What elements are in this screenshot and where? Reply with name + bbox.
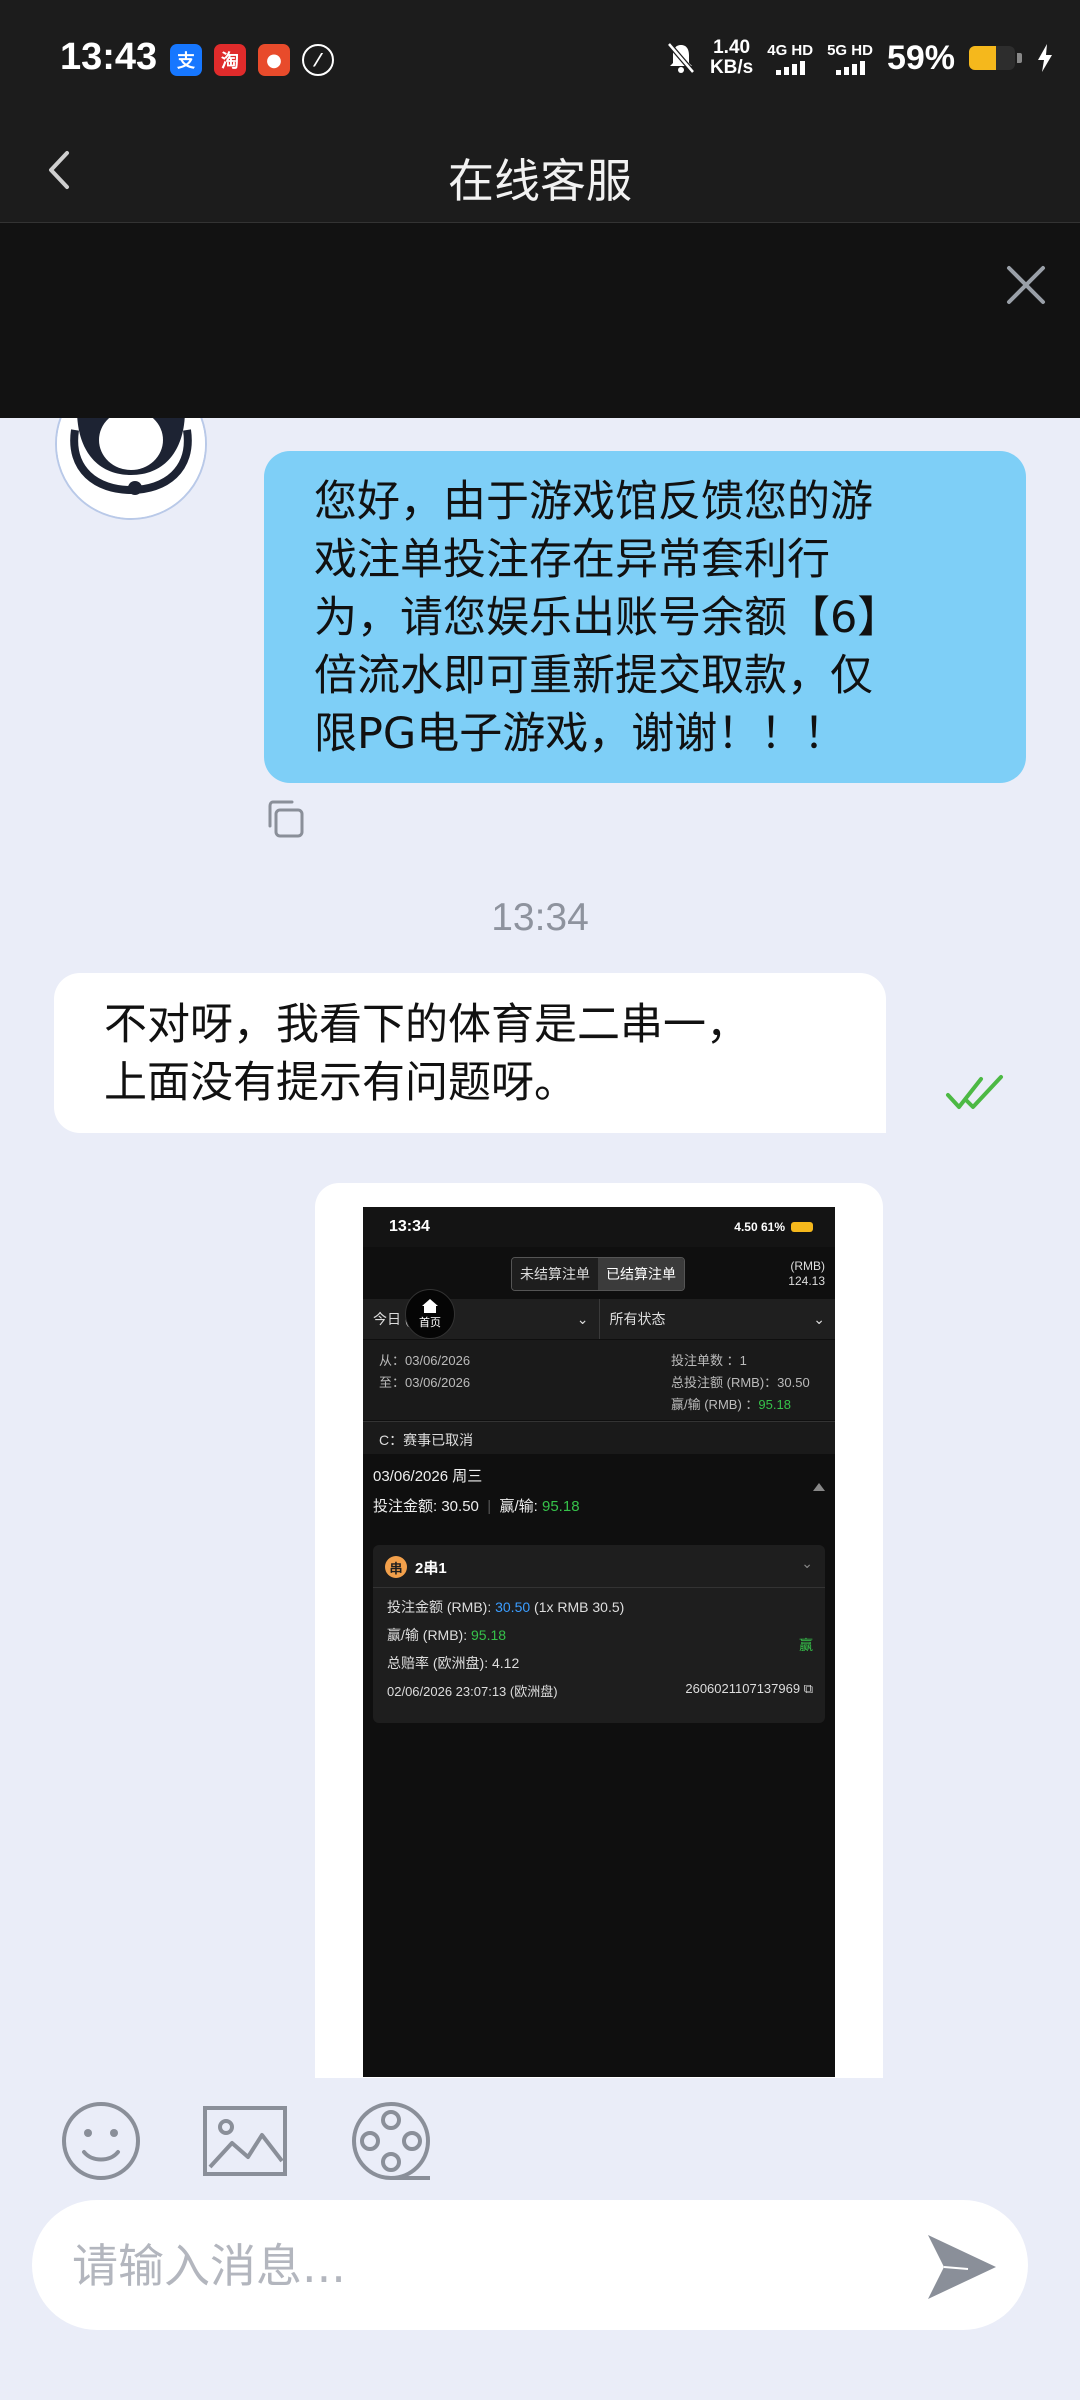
copy-icon: ⧉ (803, 1681, 813, 1696)
composer-toolbar (0, 2078, 1080, 2198)
signal-4g: 4G HD (767, 42, 813, 75)
double-check-icon (946, 1075, 1003, 1109)
image-button[interactable] (200, 2096, 290, 2186)
message-line: 为，请您娱乐出账号余额【6】 (314, 593, 901, 643)
support-agent-icon (57, 418, 205, 518)
message-composer (32, 2200, 1028, 2330)
bet-date: 03/06/2026 周三 (373, 1468, 483, 1485)
alipay-icon: 支 (170, 44, 202, 76)
home-float-button: 首页 (405, 1289, 455, 1339)
notification-icons: 支 淘 ● ⁄ (170, 44, 334, 76)
image-message-card[interactable]: 13:34 4.50 61% 未结算注单 已结算注单 (RMB) 124.13 … (315, 1183, 883, 2078)
collapse-caret-icon (813, 1483, 825, 1491)
battery-icon (791, 1222, 813, 1232)
image-icon (203, 2106, 287, 2176)
video-button[interactable] (346, 2096, 436, 2186)
date-filter: 今日 (06) ⌄ (363, 1299, 600, 1339)
user-message-bubble: 不对呀，我看下的体育是二串一， 上面没有提示有问题呀。 (54, 973, 886, 1133)
home-icon (422, 1299, 438, 1313)
shopping-app-icon: 淘 (214, 44, 246, 76)
chevron-down-icon: ⌄ (813, 1310, 825, 1327)
balance: (RMB) 124.13 (788, 1259, 825, 1288)
video-reel-icon (352, 2102, 430, 2180)
message-line: 戏注单投注存在异常套利行 (314, 535, 830, 585)
emoji-icon (62, 2102, 140, 2180)
agent-avatar (55, 418, 207, 520)
bet-history-screenshot[interactable]: 13:34 4.50 61% 未结算注单 已结算注单 (RMB) 124.13 … (363, 1207, 835, 2077)
battery-icon (969, 46, 1015, 70)
mute-bell-icon (667, 42, 695, 74)
bet-tabs: 未结算注单 已结算注单 (511, 1257, 685, 1291)
chat-area[interactable]: 您好，由于游戏馆反馈您的游 戏注单投注存在异常套利行 为，请您娱乐出账号余额【6… (0, 418, 1080, 2078)
net-speed: 1.40 KB/s (709, 37, 754, 78)
message-line: 您好，由于游戏馆反馈您的游 (314, 477, 873, 527)
status-bar: 13:43 支 淘 ● ⁄ 1.40 KB/s 4G HD 5G HD 59% (0, 0, 1080, 125)
close-icon (1007, 266, 1045, 304)
overlay-banner (0, 223, 1080, 418)
bet-card: 串 2串1 ⌄ 投注金额 (RMB): 30.50 (1x RMB 30.5) … (373, 1545, 825, 1723)
agent-message-bubble: 您好，由于游戏馆反馈您的游 戏注单投注存在异常套利行 为，请您娱乐出账号余额【6… (264, 451, 1026, 783)
circle-app-icon: ⁄ (302, 44, 334, 76)
parlay-badge: 串 (385, 1556, 407, 1578)
send-button[interactable] (920, 2225, 1004, 2309)
battery-percent: 59% (886, 38, 955, 77)
message-line: 上面没有提示有问题呀。 (104, 1058, 577, 1108)
signal-bars-icon (835, 59, 865, 75)
bet-day-summary: 投注金额: 30.50 | 赢/输: 95.18 (373, 1498, 580, 1515)
copy-icon[interactable] (262, 796, 308, 842)
red-app-icon: ● (258, 44, 290, 76)
summary-panel: 从：03/06/2026 至：03/06/2026 投注单数 ：1 总投注额 (… (363, 1340, 835, 1420)
win-tag: 赢 (799, 1637, 813, 1653)
bet-type: 2串1 (415, 1560, 447, 1577)
emoji-button[interactable] (56, 2096, 146, 2186)
message-line: 限PG电子游戏，谢谢！！！ (314, 709, 847, 759)
message-line: 不对呀，我看下的体育是二串一， (104, 1000, 749, 1050)
ticket-id: 2606021107137969 ⧉ (685, 1681, 813, 1696)
nav-bar: 在线客服 (0, 125, 1080, 223)
chevron-down-icon: ⌄ (576, 1310, 589, 1327)
message-input[interactable] (70, 2228, 874, 2304)
tab-unsettled: 未结算注单 (512, 1258, 598, 1290)
message-line: 倍流水即可重新提交取款，仅 (314, 651, 873, 701)
status-filter: 所有状态 ⌄ (609, 1310, 826, 1328)
screenshot-status-bar: 13:34 4.50 61% (363, 1207, 835, 1247)
notice-row: C：赛事已取消 (363, 1421, 835, 1454)
signal-bars-icon (775, 59, 805, 75)
status-time: 13:43 (60, 36, 158, 78)
send-icon (928, 2235, 996, 2299)
status-right: 1.40 KB/s 4G HD 5G HD 59% (666, 38, 1054, 78)
close-button[interactable] (992, 251, 1060, 319)
message-timestamp: 13:34 (491, 896, 589, 939)
signal-5g: 5G HD (827, 42, 873, 75)
tab-settled: 已结算注单 (598, 1258, 684, 1290)
charging-bolt-icon (1038, 44, 1052, 72)
chevron-down-icon: ⌄ (801, 1555, 813, 1571)
page-title: 在线客服 (448, 154, 632, 208)
